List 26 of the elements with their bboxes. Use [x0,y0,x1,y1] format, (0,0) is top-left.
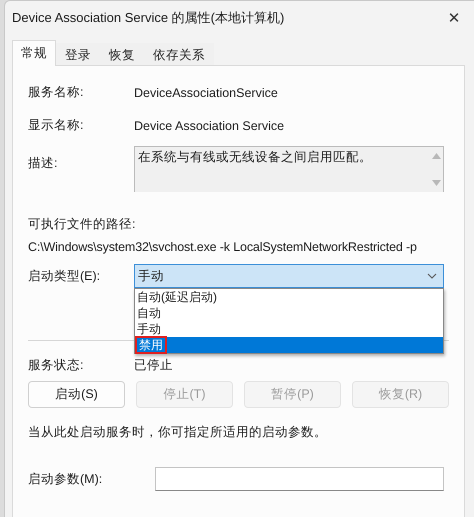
field-value: DeviceAssociationService [134,86,278,100]
hint-text: 当从此处启动服务时，你可指定所适用的启动参数。 [28,424,328,441]
startup-type-dropdown[interactable]: 手动 [134,264,444,288]
dropdown-option[interactable]: 禁用 [135,337,443,353]
scroll-up-icon[interactable] [432,153,440,159]
field-label: 服务状态: [28,356,84,374]
service-button[interactable]: 启动(S) [28,381,125,408]
tab[interactable]: 常规 [12,40,56,66]
status-value: 已停止 [134,356,173,374]
path-text: C:\Windows\system32\svchost.exe -k LocalSystemNetworkRestricted -p [28,240,418,254]
field-label: 显示名称: [28,117,84,134]
field-value: Device Association Service [134,118,284,132]
description-box[interactable]: 在系统与有线或无线设备之间启用匹配。 [134,146,444,192]
field-label: 启动参数(M): [28,470,104,488]
field-label: 描述: [28,155,58,172]
dropdown-option[interactable]: 手动 [135,321,443,337]
start-parameters-field[interactable] [155,467,444,491]
chevron-down-icon [427,273,437,279]
close-button[interactable]: ✕ [434,2,474,32]
dropdown-option[interactable]: 自动 [135,305,443,321]
field-label: 服务名称: [28,84,84,101]
field-label: 启动类型(E): [28,268,102,284]
window-title: Device Association Service 的属性(本地计算机) [12,8,284,26]
field-label: 可执行文件的路径: [28,216,136,233]
dropdown-option[interactable]: 自动(延迟启动) [135,289,443,305]
scroll-down-icon[interactable] [432,180,440,186]
